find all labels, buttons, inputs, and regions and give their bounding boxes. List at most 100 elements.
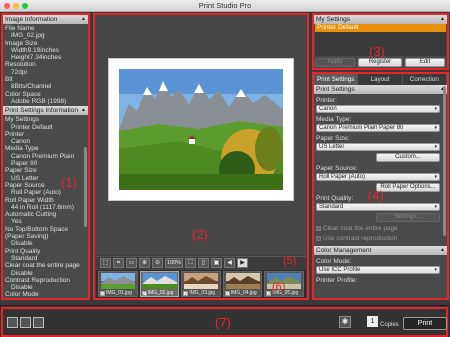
thumbnail-item[interactable]: ✓ IMG_03.jpg [181, 271, 221, 297]
paper-source-select[interactable]: Roll Paper (Auto) ▾ [316, 173, 440, 181]
print-settings-header[interactable]: Print Settings▲ [314, 85, 447, 94]
print-info-key: Automatic Cutting [5, 211, 57, 219]
chevron-down-icon: ▾ [434, 204, 437, 210]
custom-button[interactable]: Custom... [376, 153, 440, 162]
select-tool-icon[interactable]: ⬚ [100, 258, 111, 268]
print-info-key: No Top/Bottom Space (Paper Saving) [5, 225, 69, 241]
image-info-key: File Name [5, 25, 35, 32]
photo-icon[interactable]: ▣ [211, 258, 222, 268]
print-info-value: Standard [11, 254, 38, 262]
contrast-row[interactable]: Use contrast reproduction [316, 235, 445, 242]
copies-input[interactable]: 1 [367, 316, 378, 327]
edit-button[interactable]: Edit [405, 58, 445, 67]
minimize-icon[interactable] [13, 3, 19, 9]
image-info-value: Height7.34inches [11, 54, 62, 62]
preview-image[interactable] [119, 69, 283, 190]
thumbnail-label: IMG_04.jpg [230, 290, 257, 296]
tab-correction[interactable]: Correction [403, 74, 447, 85]
scrollbar[interactable] [443, 86, 446, 236]
page-icon[interactable]: ▯ [198, 258, 209, 268]
print-info-value: Yes [11, 218, 22, 226]
print-button[interactable]: Print [403, 317, 447, 330]
layout-single-icon[interactable] [7, 317, 18, 328]
thumbnail-image[interactable] [225, 273, 260, 289]
thumbnail-checkbox[interactable]: ✓ [224, 290, 230, 296]
clear-coat-checkbox[interactable] [316, 226, 321, 231]
thumbnail-image[interactable] [101, 273, 135, 289]
preview-canvas[interactable]: (2) [95, 15, 307, 255]
image-info-value: Adobe RGB (1998) [11, 97, 67, 105]
color-management-header[interactable]: Color Management ▲ [314, 246, 447, 255]
window-controls[interactable] [4, 3, 28, 9]
image-info-key: Bit [5, 76, 13, 84]
print-info-key: Contrast Reproduction [5, 276, 71, 284]
paper-size-label: Paper Size: [316, 135, 350, 142]
chevron-down-icon: ▾ [434, 144, 437, 150]
media-type-label: Media Type: [316, 116, 352, 123]
printer-profile-label: Printer Profile: [316, 277, 358, 284]
full-screen-icon[interactable]: ⛶ [185, 258, 196, 268]
print-info-value: Roll Paper (Auto) [11, 189, 61, 197]
next-icon[interactable]: ▶ [237, 258, 248, 268]
layout-split-icon[interactable] [20, 317, 31, 328]
collapse-icon[interactable]: ▲ [440, 15, 445, 24]
print-info-header[interactable]: Print Settings Information ▲ [3, 106, 88, 116]
register-button[interactable]: Register [358, 58, 402, 67]
print-quality-select[interactable]: Standard ▾ [316, 203, 440, 211]
collapse-icon[interactable]: ▲ [81, 15, 86, 24]
roll-paper-options-button[interactable]: Roll Paper Options... [376, 183, 440, 192]
scrollbar[interactable] [84, 147, 87, 227]
gear-icon[interactable]: ✱ [339, 316, 351, 328]
chevron-down-icon: ▾ [434, 125, 437, 131]
thumbnail-image[interactable] [184, 273, 219, 289]
image-info-value: IMG_02.jpg [11, 32, 45, 40]
bottom-bar-region: (7) ✱ 1 Copies Print [1, 307, 448, 337]
tab-print-settings[interactable]: Print Settings [314, 74, 359, 85]
thumbnail-checkbox[interactable]: ✓ [141, 290, 147, 296]
my-settings-header[interactable]: My Settings ▲ [314, 15, 447, 24]
printer-label: Printer: [316, 97, 337, 104]
thumbnail-image[interactable] [142, 273, 177, 289]
thumbnail-checkbox[interactable]: ✓ [266, 290, 272, 296]
prev-icon[interactable]: ◀ [224, 258, 235, 268]
preview-area: (2) ⬚ ⌗ ▭ ⊕ ⊖ 100% ⛶ ▯ ▣ ◀ ▶ (5) ✓ IMG_01… [93, 13, 309, 300]
zoom-out-icon[interactable]: ⊖ [152, 258, 163, 268]
print-settings-body: Printer: Canon ▾ Media Type: Canon Premiu… [314, 97, 447, 242]
my-settings-item[interactable]: Printer Default [315, 24, 446, 32]
thumbnail-item[interactable]: ✓ IMG_02.jpg [139, 271, 180, 297]
chevron-down-icon: ▾ [434, 267, 437, 273]
print-info-value: Printer Default [11, 123, 53, 131]
thumbnail-item[interactable]: ✓ IMG_01.jpg [98, 271, 138, 297]
thumbnail-item[interactable]: ✓ IMG_04.jpg [222, 271, 263, 297]
my-settings-buttons: Apply Register Edit [315, 58, 446, 67]
settings-tabs: Print Settings Layout Correction [314, 74, 447, 85]
my-settings-panel: My Settings ▲ Printer Default (3) Apply R… [312, 13, 449, 70]
crop-tool-icon[interactable]: ⌗ [113, 258, 124, 268]
contrast-checkbox[interactable] [316, 236, 321, 241]
print-info-value: Canon Premium Plain Paper 80 [11, 152, 75, 168]
zoom-level[interactable]: 100% [165, 258, 183, 268]
apply-button[interactable]: Apply [315, 58, 355, 67]
zoom-icon[interactable] [22, 3, 28, 9]
contrast-label: Use contrast reproduction [323, 235, 398, 242]
image-info-value: Width9.19inches [11, 46, 60, 54]
color-mode-select[interactable]: Use ICC Profile ▾ [316, 266, 440, 274]
paper-size-select[interactable]: US Letter ▾ [316, 143, 440, 151]
media-type-select[interactable]: Canon Premium Plain Paper 80 ▾ [316, 124, 440, 132]
image-info-header[interactable]: Image Information ▲ [3, 15, 88, 24]
thumbnail-checkbox[interactable]: ✓ [183, 290, 189, 296]
thumbnail-label: IMG_02.jpg [147, 290, 174, 296]
close-icon[interactable] [4, 3, 10, 9]
thumbnail-checkbox[interactable]: ✓ [100, 290, 105, 296]
settings-button[interactable]: Settings... [376, 213, 440, 222]
tab-layout[interactable]: Layout [358, 74, 403, 85]
collapse-icon[interactable]: ▲ [440, 246, 445, 255]
printer-select[interactable]: Canon ▾ [316, 105, 440, 113]
layout-dual-icon[interactable] [33, 317, 44, 328]
fit-view-icon[interactable]: ▭ [126, 258, 137, 268]
print-info-key: Media Type [5, 145, 39, 153]
print-info-value: Disable [11, 240, 33, 248]
zoom-in-icon[interactable]: ⊕ [139, 258, 150, 268]
clear-coat-row[interactable]: Clear coat the entire page [316, 225, 445, 232]
collapse-icon[interactable]: ▲ [81, 106, 86, 115]
